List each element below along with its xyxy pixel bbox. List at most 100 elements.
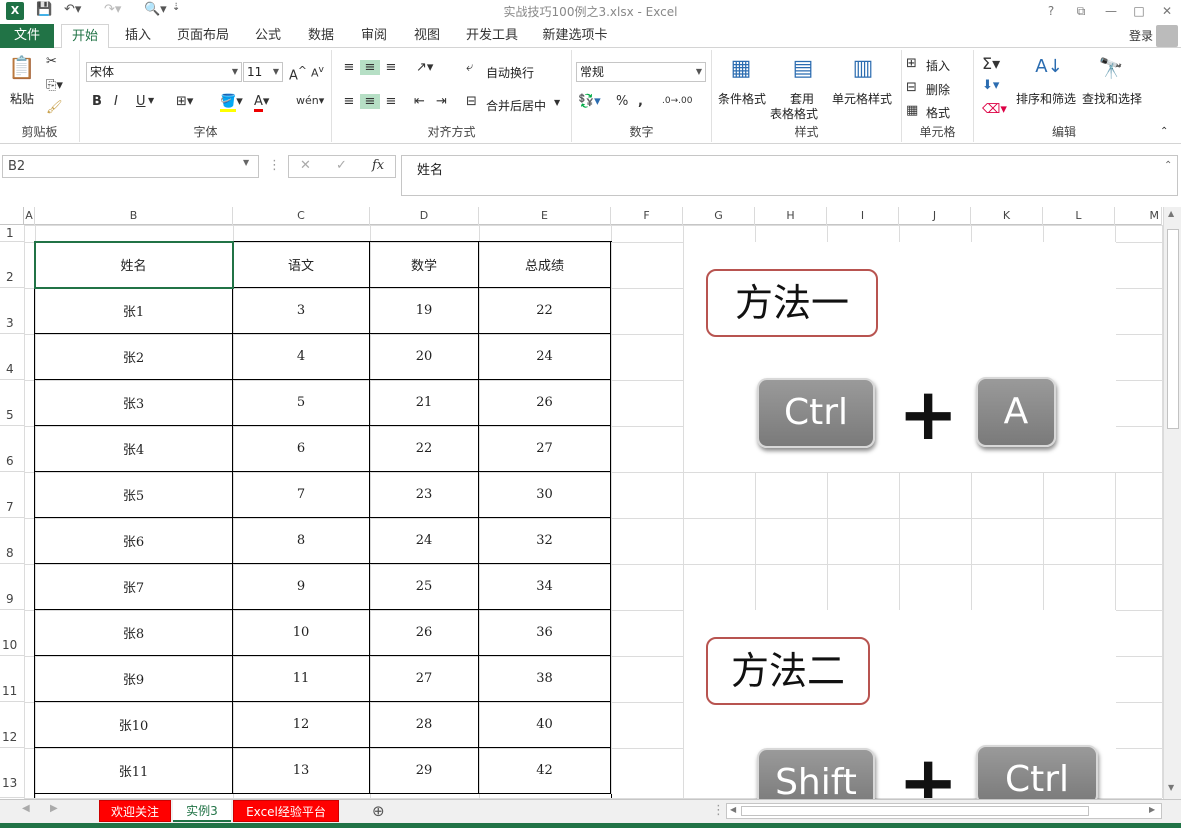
format-cells-button[interactable]: 格式 xyxy=(926,104,950,121)
vertical-scrollbar[interactable]: ▲ ▼ xyxy=(1163,207,1181,799)
row-header[interactable]: 5 xyxy=(0,380,24,426)
row-header[interactable]: 2 xyxy=(0,242,24,288)
table-cell[interactable]: 26 xyxy=(370,610,479,656)
sort-filter-button[interactable]: 排序和筛选 xyxy=(1016,90,1076,107)
column-header[interactable]: E xyxy=(479,207,611,225)
maximize-button[interactable]: □ xyxy=(1128,1,1150,21)
table-cell[interactable]: 29 xyxy=(370,748,479,794)
column-header[interactable]: I xyxy=(827,207,899,225)
tab-review[interactable]: 审阅 xyxy=(354,24,394,48)
tab-page-layout[interactable]: 页面布局 xyxy=(170,24,236,48)
table-cell[interactable]: 张4 xyxy=(35,426,233,472)
cancel-icon[interactable]: ✕ xyxy=(300,158,311,173)
format-as-table-icon[interactable]: ▤ xyxy=(788,56,818,86)
clear-icon[interactable]: ⌫▾ xyxy=(982,102,1007,117)
column-header[interactable]: C xyxy=(233,207,370,225)
avatar[interactable] xyxy=(1156,25,1178,47)
table-cell[interactable]: 27 xyxy=(479,426,611,472)
table-cell[interactable]: 6 xyxy=(233,426,370,472)
table-cell[interactable]: 张5 xyxy=(35,472,233,518)
chevron-down-icon[interactable]: ▼ xyxy=(243,158,249,167)
scroll-down-icon[interactable]: ▼ xyxy=(1168,783,1174,792)
row-header[interactable]: 12 xyxy=(0,702,24,748)
column-header[interactable]: J xyxy=(899,207,971,225)
row-header[interactable]: 11 xyxy=(0,656,24,702)
table-cell[interactable]: 10 xyxy=(233,610,370,656)
table-header-cell[interactable]: 姓名 xyxy=(35,242,233,288)
row-header[interactable]: 6 xyxy=(0,426,24,472)
table-cell[interactable]: 24 xyxy=(370,518,479,564)
enter-icon[interactable]: ✓ xyxy=(336,158,347,173)
orientation-icon[interactable]: ↗▾ xyxy=(416,60,433,75)
table-cell[interactable]: 张7 xyxy=(35,564,233,610)
scroll-right-icon[interactable]: ▶ xyxy=(1149,805,1155,814)
table-header-cell[interactable]: 总成绩 xyxy=(479,242,611,288)
minimize-button[interactable]: — xyxy=(1100,1,1122,21)
decrease-indent-icon[interactable]: ⇤ xyxy=(414,94,425,109)
comma-style-button[interactable]: , xyxy=(638,94,643,109)
column-header[interactable]: F xyxy=(611,207,683,225)
table-cell[interactable]: 20 xyxy=(370,334,479,380)
tab-home[interactable]: 开始 xyxy=(61,24,109,49)
table-header-cell[interactable]: 语文 xyxy=(233,242,370,288)
font-name-select[interactable]: 宋体 ▼ xyxy=(86,62,242,82)
chevron-down-icon[interactable]: ▼ xyxy=(148,96,154,105)
fill-icon[interactable]: ⬇▾ xyxy=(982,78,999,93)
table-cell[interactable]: 21 xyxy=(370,380,479,426)
horizontal-scrollbar[interactable]: ◀ ▶ xyxy=(726,803,1162,819)
table-cell[interactable]: 11 xyxy=(233,656,370,702)
table-cell[interactable]: 19 xyxy=(370,288,479,334)
underline-button[interactable]: U xyxy=(136,94,146,109)
table-cell[interactable]: 13 xyxy=(233,748,370,794)
next-sheet-icon[interactable]: ▶ xyxy=(50,803,58,814)
table-cell[interactable]: 36 xyxy=(479,610,611,656)
conditional-format-button[interactable]: 条件格式 xyxy=(718,90,766,107)
merge-center-icon[interactable]: ⊟ xyxy=(466,94,477,109)
tab-developer[interactable]: 开发工具 xyxy=(460,24,524,48)
ribbon-display-button[interactable]: ⧉ xyxy=(1070,1,1092,21)
format-as-table-line2[interactable]: 表格格式 xyxy=(770,105,818,122)
borders-icon[interactable]: ⊞▾ xyxy=(176,94,193,109)
column-header[interactable]: H xyxy=(755,207,827,225)
column-header[interactable]: G xyxy=(683,207,755,225)
row-header[interactable]: 1 xyxy=(0,225,24,242)
column-header[interactable]: B xyxy=(35,207,233,225)
table-cell[interactable]: 22 xyxy=(479,288,611,334)
row-header[interactable]: 8 xyxy=(0,518,24,564)
tab-insert[interactable]: 插入 xyxy=(118,24,158,48)
format-painter-icon[interactable]: 🖌 xyxy=(46,100,63,115)
table-cell[interactable]: 张3 xyxy=(35,380,233,426)
table-cell[interactable]: 38 xyxy=(479,656,611,702)
fill-color-icon[interactable]: 🪣▾ xyxy=(220,94,243,112)
table-cell[interactable]: 张10 xyxy=(35,702,233,748)
bold-button[interactable]: B xyxy=(92,94,102,109)
table-cell[interactable]: 12 xyxy=(233,702,370,748)
table-cell[interactable]: 张9 xyxy=(35,656,233,702)
wrap-text-button[interactable]: 自动换行 xyxy=(486,64,534,81)
chevron-down-icon[interactable]: ▼ xyxy=(554,98,560,107)
find-select-button[interactable]: 查找和选择 xyxy=(1082,90,1142,107)
column-header[interactable]: A xyxy=(24,207,35,225)
font-size-select[interactable]: 11 ▼ xyxy=(243,62,283,82)
table-cell[interactable]: 27 xyxy=(370,656,479,702)
table-cell[interactable]: 9 xyxy=(233,564,370,610)
insert-cells-icon[interactable]: ⊞ xyxy=(906,56,917,71)
table-cell[interactable]: 4 xyxy=(233,334,370,380)
format-cells-icon[interactable]: ▦ xyxy=(906,103,918,118)
table-cell[interactable]: 40 xyxy=(479,702,611,748)
percent-style-button[interactable]: % xyxy=(616,94,628,109)
scroll-thumb[interactable] xyxy=(1167,229,1179,429)
sheet-tab-welcome[interactable]: 欢迎关注 xyxy=(99,800,171,822)
paste-icon[interactable]: 📋 xyxy=(8,56,36,86)
row-header[interactable]: 9 xyxy=(0,564,24,610)
sheet-tab-excel-platform[interactable]: Excel经验平台 xyxy=(233,800,339,822)
row-header[interactable]: 3 xyxy=(0,288,24,334)
table-cell[interactable]: 张8 xyxy=(35,610,233,656)
table-cell[interactable]: 28 xyxy=(370,702,479,748)
find-select-icon[interactable]: 🔭 xyxy=(1096,56,1126,86)
table-cell[interactable]: 3 xyxy=(233,288,370,334)
table-cell[interactable]: 7 xyxy=(233,472,370,518)
sort-filter-icon[interactable]: A↓ xyxy=(1034,56,1064,86)
table-cell[interactable]: 42 xyxy=(479,748,611,794)
font-color-icon[interactable]: A▾ xyxy=(254,94,269,112)
